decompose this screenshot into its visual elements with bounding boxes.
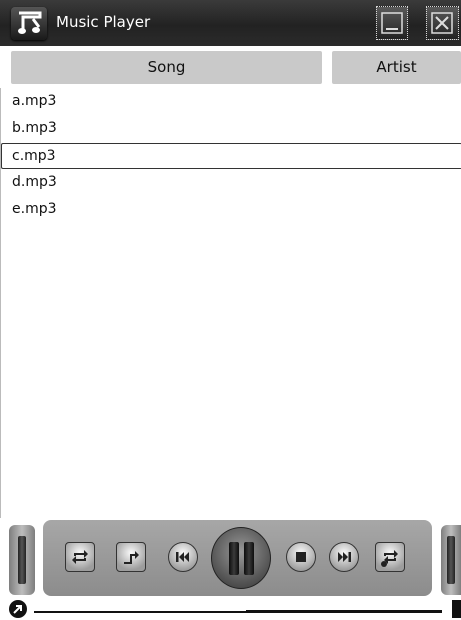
minimize-icon [381, 12, 403, 34]
progress-fill [34, 609, 247, 611]
stop-button[interactable] [286, 542, 316, 572]
list-item[interactable]: d.mp3 [1, 169, 461, 195]
repeat-icon [72, 550, 88, 564]
repeat-one-icon [381, 550, 398, 567]
close-button[interactable] [426, 6, 459, 40]
shuffle-icon [124, 551, 139, 564]
title-bar: Music Player [0, 0, 461, 47]
close-icon [431, 12, 453, 34]
artist-column-header[interactable]: Artist [332, 51, 461, 84]
arrow-up-right-icon[interactable] [9, 600, 27, 618]
music-player-icon [11, 7, 47, 40]
status-bar [0, 598, 461, 620]
list-item-selected[interactable]: c.mp3 [1, 143, 461, 169]
song-column-header[interactable]: Song [11, 51, 322, 84]
battery-icon [452, 600, 461, 618]
column-headers: Song Artist [0, 46, 461, 88]
list-item[interactable]: a.mp3 [1, 88, 461, 114]
handle-grip [447, 536, 455, 584]
stop-icon [296, 552, 306, 562]
repeat-one-button[interactable] [375, 542, 405, 572]
previous-icon [176, 552, 189, 562]
previous-track-button[interactable] [168, 542, 198, 572]
pause-icon-bar [244, 542, 254, 575]
shuffle-button[interactable] [116, 542, 146, 572]
pause-button[interactable] [211, 527, 271, 589]
song-list: a.mp3 b.mp3 c.mp3 d.mp3 e.mp3 [0, 88, 461, 520]
list-item[interactable]: b.mp3 [1, 115, 461, 141]
right-panel-handle[interactable] [441, 525, 461, 595]
progress-bar[interactable] [34, 609, 442, 613]
repeat-button[interactable] [65, 542, 95, 572]
list-item[interactable]: e.mp3 [1, 196, 461, 222]
next-icon [338, 552, 351, 562]
pause-icon [229, 542, 239, 575]
next-track-button[interactable] [329, 542, 359, 572]
left-panel-handle[interactable] [9, 525, 35, 595]
window-title: Music Player [56, 13, 151, 31]
minimize-button[interactable] [376, 6, 408, 40]
handle-grip [18, 536, 26, 584]
